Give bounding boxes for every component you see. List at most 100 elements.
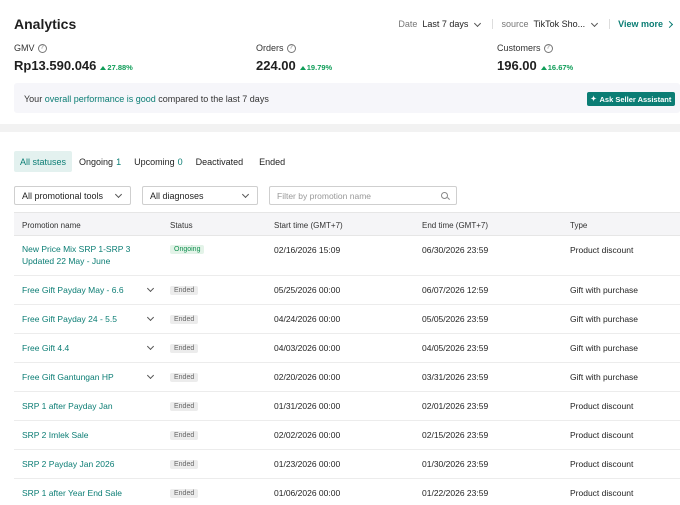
tab-label: Upcoming (134, 156, 175, 167)
chevron-down-icon (114, 190, 123, 199)
promotion-type: Product discount (570, 245, 634, 255)
status-badge: Ended (170, 460, 199, 469)
source-select[interactable]: TikTok Sho... (533, 19, 585, 29)
select-value: All promotional tools (22, 190, 104, 201)
metric-value: 196.00 (497, 58, 537, 73)
start-time: 02/02/2026 00:00 (274, 430, 341, 440)
info-icon[interactable]: ? (37, 43, 47, 53)
search-icon[interactable] (441, 192, 448, 199)
metric-delta: 27.88% (107, 63, 133, 72)
start-time: 05/25/2026 00:00 (274, 285, 341, 295)
column-header-start-time: Start time (GMT+7) (274, 221, 343, 230)
divider (609, 19, 611, 29)
filter-bar: All promotional tools All diagnoses Filt… (14, 186, 457, 205)
analytics-filters: Date Last 7 days source TikTok Sho... Vi… (398, 19, 674, 29)
promotion-type: Gift with purchase (570, 372, 639, 382)
end-time: 06/07/2026 12:59 (422, 285, 489, 295)
metric-label: Customers (497, 43, 541, 53)
start-time: 02/16/2026 15:09 (274, 245, 341, 255)
chevron-down-icon[interactable] (146, 313, 155, 322)
promotions-table: Promotion name Status Start time (GMT+7)… (14, 212, 680, 505)
promotions-panel: All statuses Ongoing 1 Upcoming 0 Deactiva… (0, 132, 680, 505)
promotion-type: Gift with purchase (570, 285, 639, 295)
tab-label: Deactivated (195, 156, 244, 167)
tab-count: 1 (116, 156, 122, 167)
tab-ended[interactable]: Ended (253, 151, 294, 172)
table-row[interactable]: Free Gift Payday 24 - 5.5 Ended 04/24/20… (14, 305, 680, 334)
search-placeholder: Filter by promotion name (277, 190, 372, 201)
metric-delta: 16.67% (547, 63, 574, 72)
promotion-name-link[interactable]: SRP 2 Payday Jan 2026 (22, 458, 114, 470)
start-time: 02/20/2026 00:00 (274, 372, 341, 382)
info-icon[interactable]: ? (286, 43, 296, 53)
chevron-down-icon[interactable] (474, 19, 482, 27)
chevron-down-icon[interactable] (146, 342, 155, 351)
performance-message: Your overall performance is good compare… (24, 94, 269, 104)
metric-delta: 19.79% (306, 63, 333, 72)
status-badge: Ended (170, 286, 199, 295)
table-row[interactable]: SRP 1 after Year End Sale Ended 01/06/20… (14, 479, 680, 505)
status-badge: Ended (170, 373, 199, 382)
tab-label: Ended (259, 156, 286, 167)
analytics-panel: Analytics Date Last 7 days source TikTok… (0, 0, 680, 124)
table-row[interactable]: New Price Mix SRP 1-SRP 3 Updated 22 May … (14, 236, 680, 276)
ask-seller-assistant-button[interactable]: ✦ Ask Seller Assistant (587, 92, 675, 106)
analytics-title: Analytics (14, 16, 77, 32)
status-cell: Ended (170, 284, 199, 295)
column-header-name: Promotion name (22, 221, 81, 230)
column-header-status: Status (170, 221, 193, 230)
table-header: Promotion name Status Start time (GMT+7)… (14, 212, 680, 236)
performance-suffix: compared to the last 7 days (155, 94, 269, 104)
chevron-down-icon[interactable] (591, 19, 599, 27)
chevron-down-icon[interactable] (146, 371, 155, 380)
end-time: 01/22/2026 23:59 (422, 488, 489, 498)
promotion-name-link[interactable]: Free Gift Gantungan HP (22, 371, 114, 383)
table-row[interactable]: Free Gift Payday May - 6.6 Ended 05/25/2… (14, 276, 680, 305)
date-select[interactable]: Last 7 days (422, 19, 468, 29)
chevron-down-icon (241, 190, 250, 199)
status-badge: Ended (170, 489, 199, 498)
status-cell: Ended (170, 342, 199, 353)
info-icon[interactable]: ? (543, 43, 553, 53)
status-cell: Ongoing (170, 243, 205, 254)
metric-orders: Orders? 224.00 19.79% (256, 43, 332, 73)
ask-button-label: Ask Seller Assistant (599, 94, 672, 104)
promotion-name-link[interactable]: SRP 1 after Payday Jan (22, 400, 113, 412)
metric-label: GMV (14, 43, 35, 53)
status-cell: Ended (170, 400, 199, 411)
promotion-name-link[interactable]: SRP 2 Imlek Sale (22, 429, 88, 441)
promotion-type: Product discount (570, 488, 634, 498)
end-time: 02/01/2026 23:59 (422, 401, 489, 411)
promotion-name-link[interactable]: Free Gift Payday May - 6.6 (22, 284, 124, 296)
chevron-right-icon[interactable] (665, 20, 674, 28)
tab-label: All statuses (20, 156, 67, 167)
view-more-link[interactable]: View more (618, 19, 663, 29)
table-row[interactable]: Free Gift 4.4 Ended 04/03/2026 00:00 04/… (14, 334, 680, 363)
diagnoses-select[interactable]: All diagnoses (142, 186, 258, 205)
promotion-search-input[interactable]: Filter by promotion name (269, 186, 457, 205)
promotion-name-link[interactable]: New Price Mix SRP 1-SRP 3 Updated 22 May … (22, 243, 130, 267)
chevron-down-icon[interactable] (146, 284, 155, 293)
promotion-name-link[interactable]: Free Gift 4.4 (22, 342, 69, 354)
end-time: 05/05/2026 23:59 (422, 314, 489, 324)
arrow-up-icon (299, 66, 306, 70)
promotion-name-link[interactable]: Free Gift Payday 24 - 5.5 (22, 313, 117, 325)
tab-deactivated[interactable]: Deactivated (190, 151, 253, 172)
table-row[interactable]: Free Gift Gantungan HP Ended 02/20/2026 … (14, 363, 680, 392)
tab-ongoing[interactable]: Ongoing 1 (73, 151, 127, 172)
table-row[interactable]: SRP 2 Imlek Sale Ended 02/02/2026 00:00 … (14, 421, 680, 450)
tab-all-statuses[interactable]: All statuses (14, 151, 73, 172)
table-row[interactable]: SRP 2 Payday Jan 2026 Ended 01/23/2026 0… (14, 450, 680, 479)
tab-upcoming[interactable]: Upcoming 0 (128, 151, 189, 172)
status-cell: Ended (170, 458, 199, 469)
metric-value: 224.00 (256, 58, 296, 73)
end-time: 06/30/2026 23:59 (422, 245, 489, 255)
promotion-type: Gift with purchase (570, 343, 639, 353)
metric-value: Rp13.590.046 (14, 58, 97, 73)
promotion-name-link[interactable]: SRP 1 after Year End Sale (22, 487, 122, 499)
performance-highlight-link[interactable]: overall performance is good (45, 94, 156, 104)
metric-gmv: GMV? Rp13.590.046 27.88% (14, 43, 133, 73)
table-row[interactable]: SRP 1 after Payday Jan Ended 01/31/2026 … (14, 392, 680, 421)
promotion-name-line: Updated 22 May - June (22, 256, 111, 266)
promotional-tools-select[interactable]: All promotional tools (14, 186, 131, 205)
